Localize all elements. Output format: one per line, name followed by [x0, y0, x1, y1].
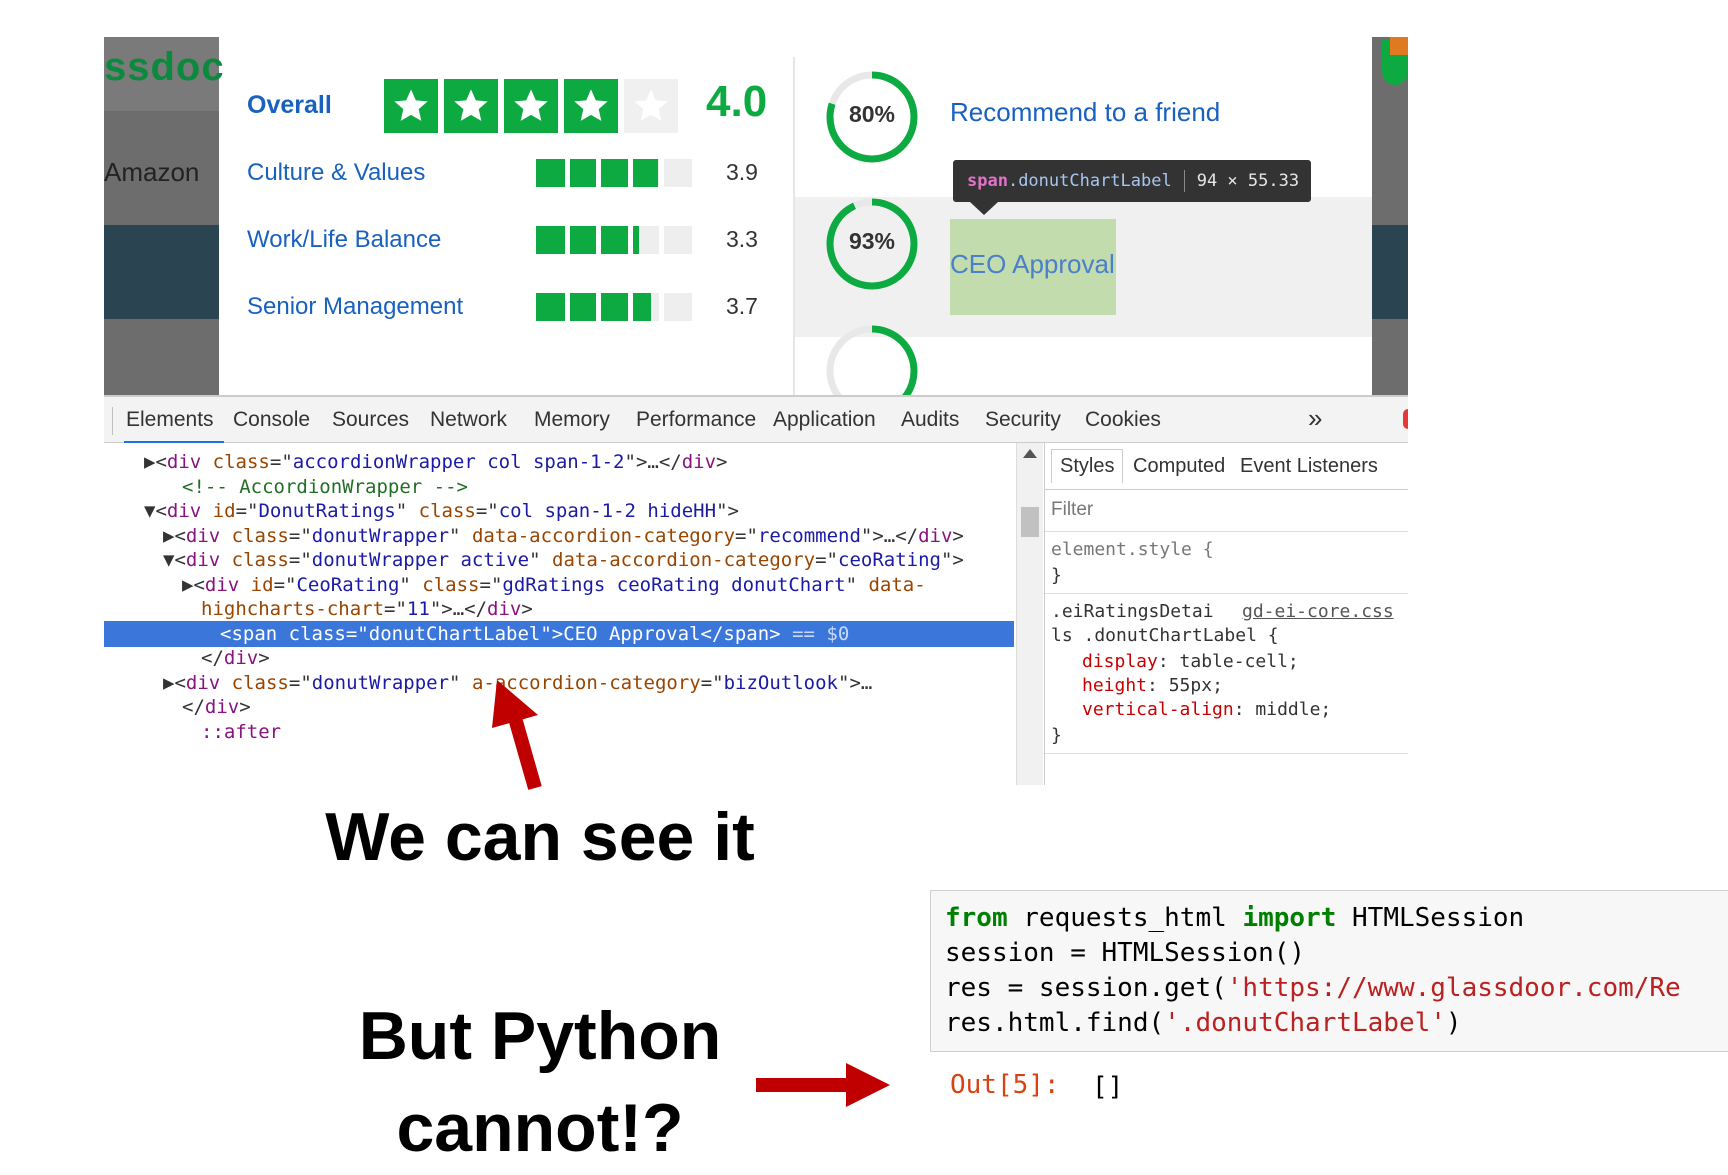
caption-we-can-see-it: We can see it — [325, 799, 755, 875]
background-page-left: ssdoc Amazon — [104, 37, 224, 395]
star-filled-icon — [384, 79, 438, 133]
star-empty-icon — [624, 79, 678, 133]
inspect-tooltip: span.donutChartLabel 94 × 55.33 — [953, 160, 1311, 202]
rating-value-culture: 3.9 — [726, 159, 758, 185]
caption-line-2: cannot!? — [396, 1090, 684, 1166]
output-value: [] — [1092, 1072, 1124, 1102]
rating-bar-senior-mgmt — [536, 293, 692, 321]
star-filled-icon — [444, 79, 498, 133]
output-prompt: Out[5]: — [950, 1070, 1060, 1100]
donut-label-ceo[interactable]: CEO Approval — [950, 249, 1115, 280]
tab-memory[interactable]: Memory — [534, 408, 610, 432]
rating-value-worklife: 3.3 — [726, 226, 758, 252]
dom-node[interactable]: ▶<div id="CeoRating" class="gdRatings ce… — [104, 572, 1014, 598]
code-line: res.html.find('.donutChartLabel') — [945, 1008, 1462, 1038]
element-style-selector[interactable]: element.style { — [1051, 539, 1214, 560]
tab-sources[interactable]: Sources — [332, 408, 409, 432]
tab-elements[interactable]: Elements — [126, 408, 214, 432]
scroll-up-icon[interactable] — [1023, 449, 1037, 458]
scrollbar-thumb[interactable] — [1021, 507, 1039, 537]
styles-filter-input[interactable]: Filter — [1051, 499, 1093, 521]
star-filled-icon — [564, 79, 618, 133]
dom-node[interactable]: ▼<div id="DonutRatings" class="col span-… — [104, 498, 1014, 524]
tab-console[interactable]: Console — [233, 408, 310, 432]
dom-node-selected[interactable]: <span class="donutChartLabel">CEO Approv… — [104, 620, 1014, 647]
glassdoor-ratings-panel: ssdoc Amazon Overall 4.0 Culture & Value… — [104, 37, 1408, 395]
background-page-right — [1372, 37, 1408, 395]
tab-network[interactable]: Network — [430, 408, 507, 432]
expand-toggle-icon: ▶ — [163, 524, 175, 547]
styles-pane: Styles Computed Event Listeners Filter e… — [1044, 443, 1408, 785]
overall-rating-label[interactable]: Overall — [247, 91, 332, 120]
tab-performance[interactable]: Performance — [636, 408, 756, 432]
rule-selector-line2: ls .donutChartLabel { — [1051, 625, 1279, 646]
tooltip-tag: span — [967, 171, 1008, 191]
tooltip-arrow — [970, 202, 998, 215]
logo-fragment: ssdoc — [104, 45, 225, 89]
caption-python-cannot: But Python cannot!? — [300, 990, 780, 1174]
tab-styles[interactable]: Styles — [1051, 449, 1124, 483]
donut-percent-ceo: 93% — [848, 228, 896, 254]
dom-tree-scrollbar[interactable] — [1016, 443, 1043, 785]
code-line: session = HTMLSession() — [945, 938, 1306, 968]
donut-percent-recommend: 80% — [848, 101, 896, 127]
rule-selector-line1: .eiRatingsDetai — [1051, 601, 1214, 622]
rule-close: } — [1051, 725, 1062, 746]
css-declaration-height[interactable]: height: 55px; — [1082, 675, 1223, 696]
dom-node[interactable]: ▶<div class="donutWrapper" a-accordion-c… — [104, 670, 1014, 696]
tab-security[interactable]: Security — [985, 408, 1061, 432]
jupyter-code-cell[interactable]: from requests_html import HTMLSession ses… — [930, 890, 1728, 1052]
tab-audits[interactable]: Audits — [901, 408, 959, 432]
company-name-fragment: Amazon — [104, 157, 200, 187]
code-line: from requests_html import HTMLSession — [945, 903, 1525, 933]
rating-bar-culture — [536, 159, 692, 187]
expand-toggle-icon: ▶ — [144, 451, 156, 473]
tab-application[interactable]: Application — [773, 408, 876, 432]
more-tabs-icon[interactable]: » — [1308, 403, 1322, 434]
dom-tree[interactable]: ▶<div class="accordionWrapper col span-1… — [104, 443, 1014, 785]
star-rating — [384, 79, 678, 133]
tooltip-class: .donutChartLabel — [1007, 171, 1172, 191]
overall-rating-value: 4.0 — [706, 77, 768, 126]
code-line: res = session.get('https://www.glassdoor… — [945, 973, 1681, 1003]
devtools-panel: Elements Console Sources Network Memory … — [104, 395, 1408, 785]
rating-label-culture[interactable]: Culture & Values — [247, 159, 425, 187]
rating-label-senior-mgmt[interactable]: Senior Management — [247, 293, 463, 321]
donut-label-recommend[interactable]: Recommend to a friend — [950, 97, 1220, 128]
expand-toggle-icon: ▼ — [144, 500, 156, 522]
rating-label-worklife[interactable]: Work/Life Balance — [247, 226, 441, 254]
rule-source-link[interactable]: gd-ei-core.css — [1242, 601, 1394, 622]
dom-node[interactable]: <!-- AccordionWrapper --> — [104, 474, 1014, 500]
tab-cookies[interactable]: Cookies — [1085, 408, 1161, 432]
dom-node[interactable]: ▼<div class="donutWrapper active" data-a… — [104, 547, 1014, 573]
error-indicator-icon[interactable] — [1403, 409, 1408, 429]
caption-line-1: But Python — [358, 998, 722, 1074]
expand-toggle-icon: ▶ — [163, 671, 175, 694]
css-declaration-display[interactable]: display: table-cell; — [1082, 651, 1299, 672]
dom-node[interactable]: ▶<div class="accordionWrapper col span-1… — [104, 449, 1014, 475]
dom-node[interactable]: highcharts-chart="11">…</div> — [104, 596, 1014, 622]
star-filled-icon — [504, 79, 558, 133]
dom-node[interactable]: ▶<div class="donutWrapper" data-accordio… — [104, 523, 1014, 549]
css-declaration-vertical-align[interactable]: vertical-align: middle; — [1082, 699, 1331, 720]
rating-value-senior-mgmt: 3.7 — [726, 293, 758, 319]
dom-node[interactable]: </div> — [104, 645, 1014, 671]
rating-bar-worklife — [536, 226, 692, 254]
dom-node[interactable]: ::after — [104, 719, 1014, 745]
expand-toggle-icon: ▼ — [163, 549, 175, 571]
tab-computed[interactable]: Computed — [1133, 455, 1225, 478]
expand-toggle-icon: ▶ — [182, 573, 194, 596]
tab-event-listeners[interactable]: Event Listeners — [1240, 455, 1378, 478]
tooltip-dimensions: 94 × 55.33 — [1196, 171, 1300, 191]
element-style-close: } — [1051, 565, 1062, 586]
devtools-tab-bar: Elements Console Sources Network Memory … — [104, 395, 1408, 444]
donut-chart-third — [826, 325, 918, 395]
styles-tab-bar: Styles Computed Event Listeners — [1045, 443, 1408, 490]
dom-node[interactable]: </div> — [104, 694, 1014, 720]
